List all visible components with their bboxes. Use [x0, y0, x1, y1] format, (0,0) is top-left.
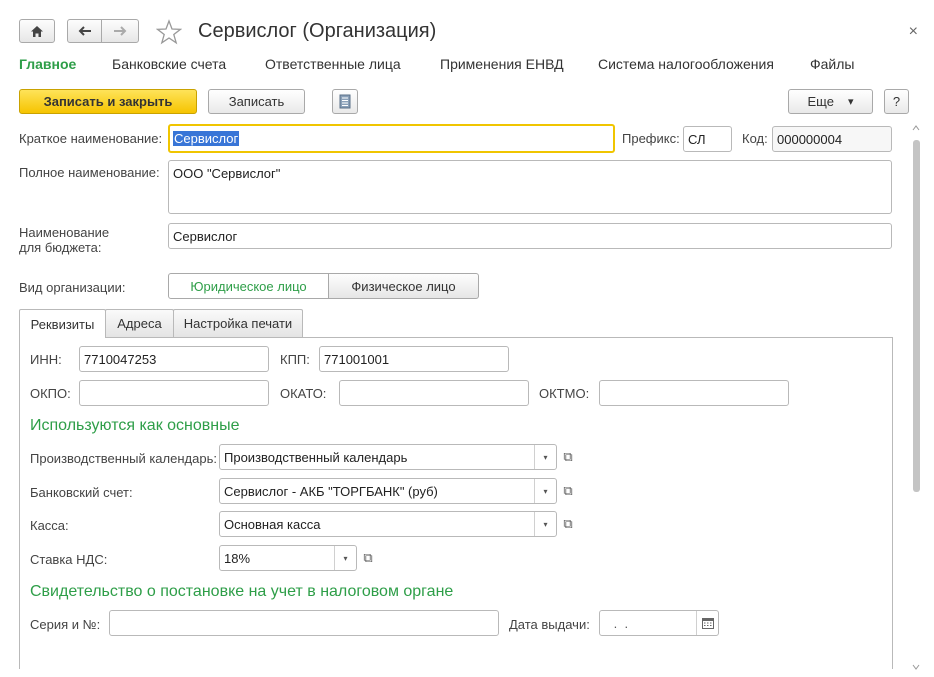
back-button[interactable] [67, 19, 102, 43]
okpo-field[interactable] [79, 380, 269, 406]
kpp-field[interactable]: 771001001 [319, 346, 509, 372]
okpo-label: ОКПО: [30, 386, 71, 401]
org-type-individual-option[interactable]: Физическое лицо [328, 273, 479, 299]
budget-name-label-line2: для бюджета: [19, 240, 102, 255]
budget-name-field[interactable]: Сервислог [168, 223, 892, 249]
short-name-field[interactable]: Сервислог [168, 124, 615, 153]
favorite-button[interactable] [155, 19, 183, 45]
code-field[interactable]: 000000004 [772, 126, 892, 152]
org-type-legal-option[interactable]: Юридическое лицо [168, 273, 329, 299]
star-icon [155, 19, 183, 45]
tab-requisites-label: Реквизиты [30, 316, 95, 332]
scroll-down-icon [912, 664, 920, 670]
scroll-up-icon [912, 125, 920, 131]
chevron-down-icon[interactable]: ▾ [534, 512, 556, 536]
chevron-down-icon[interactable]: ▾ [334, 546, 356, 570]
document-icon [339, 94, 351, 109]
full-name-label: Полное наименование: [19, 165, 160, 180]
budget-name-label-line1: Наименование [19, 225, 110, 240]
cash-select[interactable]: Основная касса ▾ [219, 511, 557, 537]
calendar-picker-button[interactable] [696, 611, 718, 635]
open-icon: ⧉ [563, 516, 573, 531]
calendar-value: Производственный календарь [224, 450, 408, 465]
main-section-title: Используются как основные [30, 417, 240, 434]
open-icon: ⧉ [363, 550, 373, 565]
open-icon: ⧉ [563, 449, 573, 464]
home-icon [31, 25, 43, 37]
cash-open-button[interactable]: ⧉ [558, 512, 578, 536]
bank-account-label: Банковский счет: [30, 485, 133, 500]
help-icon: ? [892, 94, 901, 109]
oktmo-field[interactable] [599, 380, 789, 406]
vat-label: Ставка НДС: [30, 552, 108, 567]
calendar-select[interactable]: Производственный календарь ▾ [219, 444, 557, 470]
chevron-down-icon: ▾ [847, 96, 854, 108]
calendar-open-button[interactable]: ⧉ [558, 445, 578, 469]
oktmo-label: ОКТМО: [539, 386, 590, 401]
open-icon: ⧉ [563, 483, 573, 498]
tab-print-settings-label: Настройка печати [183, 316, 293, 331]
chevron-down-icon[interactable]: ▾ [534, 479, 556, 503]
cash-value: Основная касса [224, 517, 321, 532]
tab-requisites[interactable]: Реквизиты [19, 309, 106, 338]
close-button[interactable]: × [909, 23, 918, 41]
arrow-left-icon [78, 26, 91, 36]
issue-date-label: Дата выдачи: [509, 617, 590, 632]
tab-print-settings[interactable]: Настройка печати [173, 309, 303, 337]
save-and-close-button[interactable]: Записать и закрыть [19, 89, 197, 114]
chevron-down-icon[interactable]: ▾ [534, 445, 556, 469]
more-button[interactable]: Еще ▾ [788, 89, 873, 114]
issue-date-value: . . [610, 616, 629, 631]
vat-value: 18% [224, 551, 251, 566]
full-name-field[interactable]: ООО "Сервислог" [168, 160, 892, 214]
nav-link-tax-system[interactable]: Система налогообложения [598, 56, 774, 72]
arrow-right-icon [114, 26, 127, 36]
scrollbar-thumb[interactable] [913, 140, 920, 492]
series-label: Серия и №: [30, 617, 101, 632]
org-type-individual-label: Физическое лицо [351, 278, 456, 294]
nav-link-main[interactable]: Главное [19, 56, 76, 72]
nav-link-files[interactable]: Файлы [810, 56, 854, 72]
forward-button[interactable] [101, 19, 139, 43]
report-button[interactable] [332, 89, 358, 114]
okato-label: ОКАТО: [280, 386, 327, 401]
save-and-close-label: Записать и закрыть [43, 94, 173, 109]
issue-date-field[interactable]: . . [599, 610, 719, 636]
bank-account-select[interactable]: Сервислог - АКБ "ТОРГБАНК" (руб) ▾ [219, 478, 557, 504]
vat-select[interactable]: 18% ▾ [219, 545, 357, 571]
okato-field[interactable] [339, 380, 529, 406]
short-name-label: Краткое наименование: [19, 131, 163, 146]
calendar-icon [701, 617, 714, 629]
code-label: Код: [742, 131, 768, 146]
help-button[interactable]: ? [884, 89, 909, 114]
vat-open-button[interactable]: ⧉ [358, 546, 378, 570]
calendar-label: Производственный календарь: [30, 451, 217, 466]
prefix-field[interactable]: СЛ [683, 126, 732, 152]
bank-account-open-button[interactable]: ⧉ [558, 479, 578, 503]
tab-addresses[interactable]: Адреса [105, 309, 174, 337]
inn-field[interactable]: 7710047253 [79, 346, 269, 372]
nav-link-bank-accounts[interactable]: Банковские счета [112, 56, 226, 72]
org-type-label: Вид организации: [19, 280, 126, 295]
series-field[interactable] [109, 610, 499, 636]
save-button[interactable]: Записать [208, 89, 305, 114]
cash-label: Касса: [30, 518, 69, 533]
window-title: Сервислог (Организация) [198, 20, 437, 42]
kpp-label: КПП: [280, 352, 310, 367]
org-type-legal-label: Юридическое лицо [190, 278, 307, 294]
nav-link-envd[interactable]: Применения ЕНВД [440, 56, 564, 72]
nav-link-responsible[interactable]: Ответственные лица [265, 56, 401, 72]
bank-account-value: Сервислог - АКБ "ТОРГБАНК" (руб) [224, 484, 438, 499]
tab-addresses-label: Адреса [117, 316, 162, 331]
inn-label: ИНН: [30, 352, 62, 367]
home-button[interactable] [19, 19, 55, 43]
save-label: Записать [228, 94, 285, 109]
more-label: Еще [807, 94, 834, 109]
prefix-label: Префикс: [622, 131, 680, 146]
cert-section-title: Свидетельство о постановке на учет в нал… [30, 583, 454, 600]
short-name-value: Сервислог [173, 131, 240, 146]
